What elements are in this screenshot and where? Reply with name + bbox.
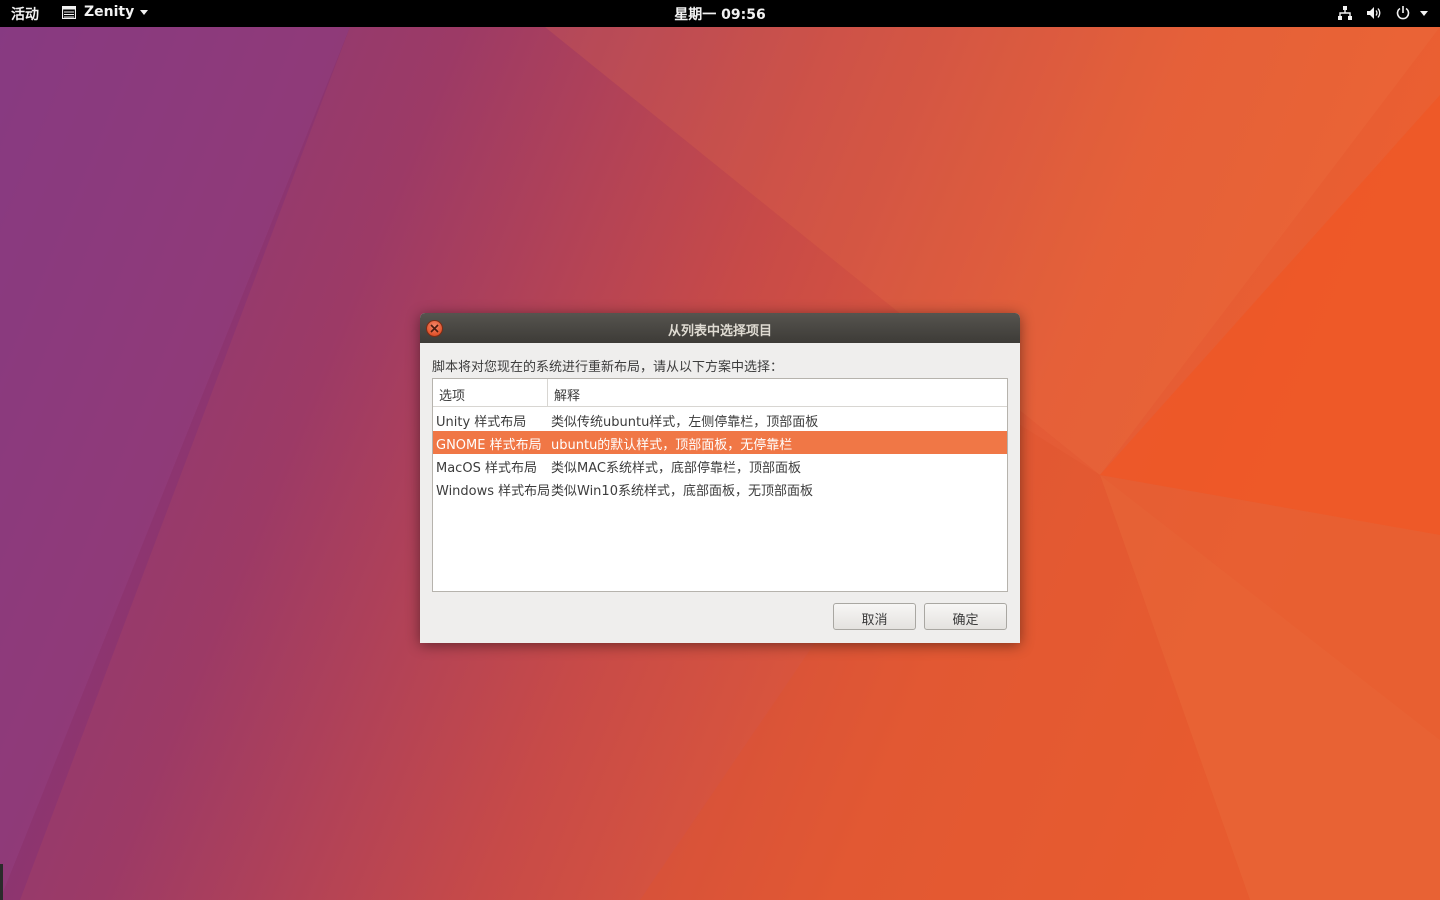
row-option: Unity 样式布局	[436, 415, 527, 430]
ok-button[interactable]: 确定	[924, 603, 1007, 630]
row-option: MacOS 样式布局	[436, 461, 537, 476]
chevron-down-icon[interactable]	[1420, 10, 1428, 16]
clock[interactable]: 星期一 09:56	[674, 7, 765, 23]
column-header-description[interactable]: 解释	[548, 379, 580, 406]
network-icon[interactable]	[1337, 5, 1353, 21]
app-window-icon	[62, 5, 76, 19]
app-menu-label: Zenity	[84, 4, 135, 20]
selection-dialog: 从列表中选择项目 脚本将对您现在的系统进行重新布局，请从以下方案中选择： 选项 …	[420, 313, 1020, 643]
options-list[interactable]: 选项 解释 Unity 样式布局 类似传统ubuntu样式，左侧停靠栏，顶部面板…	[432, 378, 1008, 592]
dialog-title: 从列表中选择项目	[667, 324, 772, 339]
column-header-option[interactable]: 选项	[433, 379, 548, 406]
activities-button[interactable]: 活动	[11, 4, 39, 24]
dialog-titlebar[interactable]: 从列表中选择项目	[420, 313, 1020, 343]
row-option: Windows 样式布局	[436, 484, 551, 499]
row-description: 类似MAC系统样式，底部停靠栏，顶部面板	[551, 461, 801, 476]
row-description: ubuntu的默认样式，顶部面板，无停靠栏	[551, 438, 793, 453]
row-option: GNOME 样式布局	[436, 438, 542, 453]
dialog-prompt: 脚本将对您现在的系统进行重新布局，请从以下方案中选择：	[432, 360, 784, 375]
chevron-down-icon	[140, 9, 149, 15]
list-row-windows[interactable]: Windows 样式布局 类似Win10系统样式，底部面板，无顶部面板	[433, 477, 1007, 500]
top-bar: 活动 Zenity 星期一 09:56	[0, 0, 1440, 27]
power-icon[interactable]	[1395, 5, 1411, 21]
list-header: 选项 解释	[433, 379, 1007, 407]
volume-icon[interactable]	[1366, 5, 1382, 21]
panel-edge	[0, 864, 3, 900]
list-row-unity[interactable]: Unity 样式布局 类似传统ubuntu样式，左侧停靠栏，顶部面板	[433, 408, 1007, 431]
cancel-button[interactable]: 取消	[833, 603, 916, 630]
row-description: 类似Win10系统样式，底部面板，无顶部面板	[551, 484, 813, 499]
list-row-macos[interactable]: MacOS 样式布局 类似MAC系统样式，底部停靠栏，顶部面板	[433, 454, 1007, 477]
row-description: 类似传统ubuntu样式，左侧停靠栏，顶部面板	[551, 415, 819, 430]
app-menu[interactable]: Zenity	[62, 4, 149, 20]
list-row-gnome[interactable]: GNOME 样式布局 ubuntu的默认样式，顶部面板，无停靠栏	[433, 431, 1007, 454]
system-tray[interactable]	[1337, 5, 1428, 21]
